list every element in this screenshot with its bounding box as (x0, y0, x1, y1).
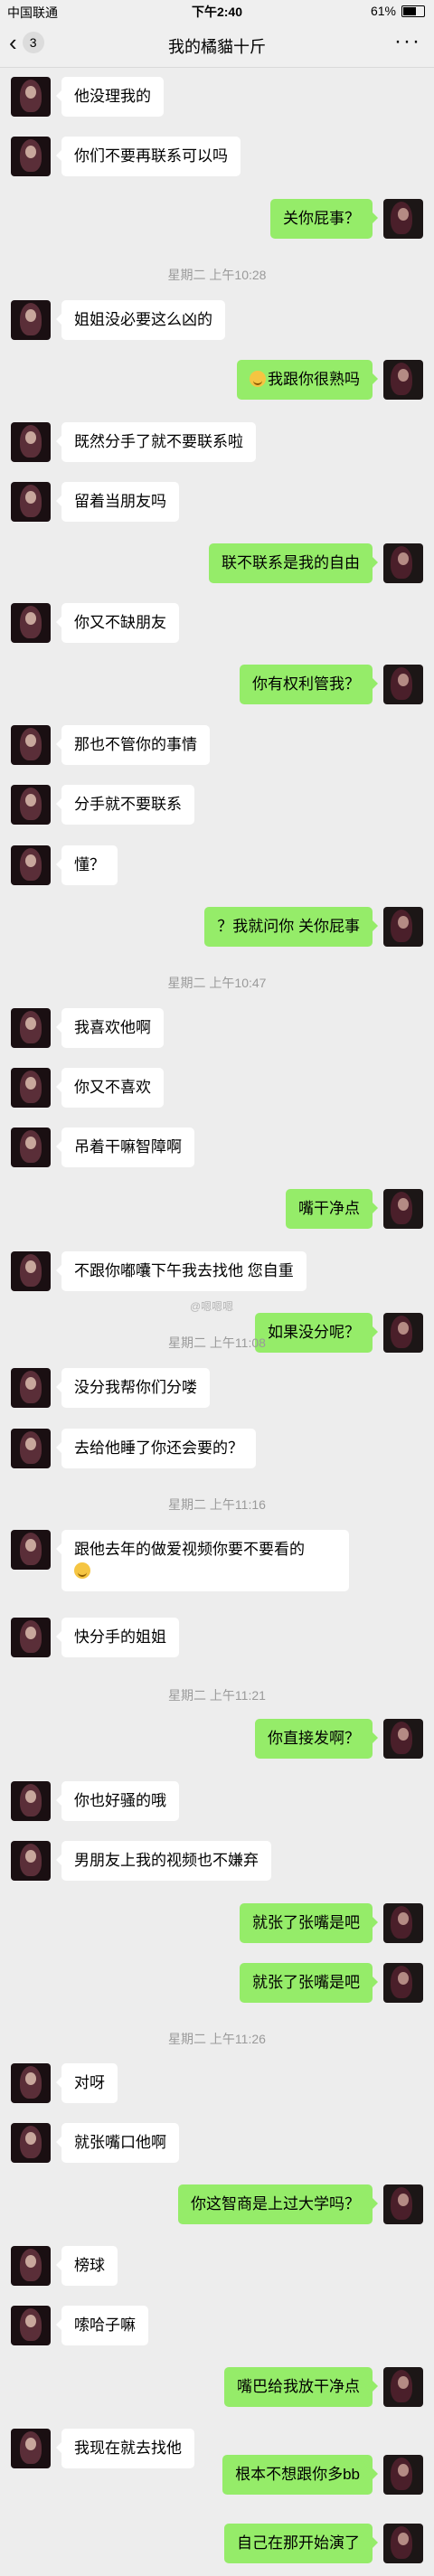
status-indicators: 61% (371, 4, 425, 18)
chat-title: 我的橘貓十斤 (168, 38, 266, 56)
message-bubble[interactable]: 他没理我的 (56, 77, 164, 117)
contact-avatar[interactable] (11, 2246, 51, 2286)
message-bubble[interactable]: 就张嘴口他啊 (56, 2123, 179, 2163)
message-text: 跟他去年的做爱视频你要不要看的 (74, 1541, 305, 1558)
message-bubble[interactable]: 我现在就去找他 (56, 2429, 194, 2468)
contact-avatar[interactable] (11, 137, 51, 176)
message-bubble[interactable]: 你有权利管我？ (240, 665, 378, 704)
contact-avatar[interactable] (11, 1429, 51, 1468)
message-bubble[interactable]: 我喜欢他啊 (56, 1008, 164, 1048)
message-bubble[interactable]: 联不联系是我的自由 (209, 543, 378, 583)
smiling-emoji-icon (250, 371, 266, 387)
contact-avatar[interactable] (11, 1068, 51, 1108)
battery-percent: 61% (370, 4, 396, 18)
contact-avatar[interactable] (11, 603, 51, 643)
message-bubble[interactable]: 那也不管你的事情 (56, 725, 210, 765)
message-bubble[interactable]: 你这智商是上过大学吗？ (178, 2184, 378, 2224)
contact-avatar[interactable] (11, 1008, 51, 1048)
contact-avatar[interactable] (11, 2306, 51, 2345)
message-bubble[interactable]: 男朋友上我的视频也不嫌弃 (56, 1841, 271, 1881)
contact-avatar[interactable] (11, 2063, 51, 2103)
message-bubble[interactable]: 跟他去年的做爱视频你要不要看的 (56, 1530, 349, 1591)
contact-avatar[interactable] (11, 1530, 51, 1570)
timestamp: 星期二 上午11:08 (168, 1335, 266, 1350)
message-bubble[interactable]: 分手就不要联系 (56, 785, 194, 825)
contact-avatar[interactable] (11, 1618, 51, 1657)
my-avatar[interactable] (383, 1189, 423, 1229)
contact-avatar[interactable] (11, 2429, 51, 2468)
message-bubble[interactable]: 自己在那开始演了 (224, 2524, 378, 2563)
message-bubble[interactable]: 你也好骚的哦 (56, 1781, 179, 1821)
timestamp: 星期二 上午10:28 (167, 268, 267, 282)
message-bubble[interactable]: 就张了张嘴是吧 (240, 1963, 378, 2003)
contact-avatar[interactable] (11, 785, 51, 825)
my-avatar[interactable] (383, 1719, 423, 1759)
my-avatar[interactable] (383, 1963, 423, 2003)
contact-avatar[interactable] (11, 77, 51, 117)
message-bubble[interactable]: 根本不想跟你多bb (222, 2455, 378, 2495)
message-bubble[interactable]: 快分手的姐姐 (56, 1618, 179, 1657)
contact-avatar[interactable] (11, 1841, 51, 1881)
contact-avatar[interactable] (11, 2123, 51, 2163)
my-avatar[interactable] (383, 907, 423, 947)
contact-avatar[interactable] (11, 482, 51, 522)
contact-avatar[interactable] (11, 300, 51, 340)
timestamp: 星期二 上午10:47 (167, 976, 267, 990)
my-avatar[interactable] (383, 543, 423, 583)
contact-avatar[interactable] (11, 1128, 51, 1167)
message-bubble[interactable]: ？我就问你 关你屁事 (204, 907, 378, 947)
timestamp: 星期二 上午11:21 (168, 1688, 266, 1703)
contact-avatar[interactable] (11, 1368, 51, 1408)
contact-avatar[interactable] (11, 1781, 51, 1821)
my-avatar[interactable] (383, 2524, 423, 2563)
my-avatar[interactable] (383, 2184, 423, 2224)
my-avatar[interactable] (383, 199, 423, 239)
message-bubble[interactable]: 嗦哈子嘛 (56, 2306, 148, 2345)
message-bubble[interactable]: 去给他睡了你还会要的？ (56, 1429, 256, 1468)
my-avatar[interactable] (383, 2367, 423, 2407)
message-bubble[interactable]: 姐姐没必要这么凶的 (56, 300, 225, 340)
message-bubble[interactable]: 关你屁事？ (270, 199, 378, 239)
clock: 下午2:40 (191, 5, 243, 19)
timestamp: 星期二 上午11:26 (168, 2032, 266, 2046)
message-bubble[interactable]: 你又不缺朋友 (56, 603, 179, 643)
message-bubble[interactable]: 既然分手了就不要联系啦 (56, 422, 256, 462)
message-list[interactable]: 他没理我的 你们不要再联系可以吗 关你屁事？ 星期二 上午10:28 姐姐没必要… (0, 68, 434, 2576)
my-avatar[interactable] (383, 2455, 423, 2495)
contact-avatar[interactable] (11, 725, 51, 765)
message-bubble[interactable]: 吊着干嘛智障啊 (56, 1128, 194, 1167)
message-bubble[interactable]: 就张了张嘴是吧 (240, 1903, 378, 1943)
status-bar: 中国联通 下午2:40 61% (0, 0, 434, 22)
contact-avatar[interactable] (11, 422, 51, 462)
my-avatar[interactable] (383, 360, 423, 400)
chat-header: ‹ 3 我的橘貓十斤 ··· (0, 22, 434, 68)
contact-avatar[interactable] (11, 1251, 51, 1291)
message-bubble[interactable]: 没分我帮你们分喽 (56, 1368, 210, 1408)
my-avatar[interactable] (383, 1903, 423, 1943)
more-options-button[interactable]: ··· (394, 29, 421, 54)
my-avatar[interactable] (383, 665, 423, 704)
message-bubble[interactable]: 对呀 (56, 2063, 118, 2103)
message-bubble[interactable]: 榜球 (56, 2246, 118, 2286)
contact-avatar[interactable] (11, 845, 51, 885)
message-bubble[interactable]: 你们不要再联系可以吗 (56, 137, 241, 176)
message-bubble[interactable]: 你直接发啊？ (255, 1719, 378, 1759)
timestamp: 星期二 上午11:16 (168, 1497, 266, 1512)
watermark: @嗯嗯嗯 (190, 1300, 234, 1313)
message-bubble[interactable]: 懂？ (56, 845, 118, 885)
message-bubble[interactable]: 嘴巴给我放干净点 (224, 2367, 378, 2407)
message-bubble[interactable]: 嘴干净点 (286, 1189, 378, 1229)
message-text: 我跟你很熟吗 (268, 371, 360, 388)
battery-icon (401, 5, 425, 17)
smiling-emoji-icon (74, 1562, 90, 1579)
message-bubble[interactable]: 我跟你很熟吗 (237, 360, 378, 400)
message-bubble[interactable]: 留着当朋友吗 (56, 482, 179, 522)
message-bubble[interactable]: 不跟你嘟囔下午我去找他 您自重 (56, 1251, 307, 1291)
message-bubble[interactable]: 你又不喜欢 (56, 1068, 164, 1108)
